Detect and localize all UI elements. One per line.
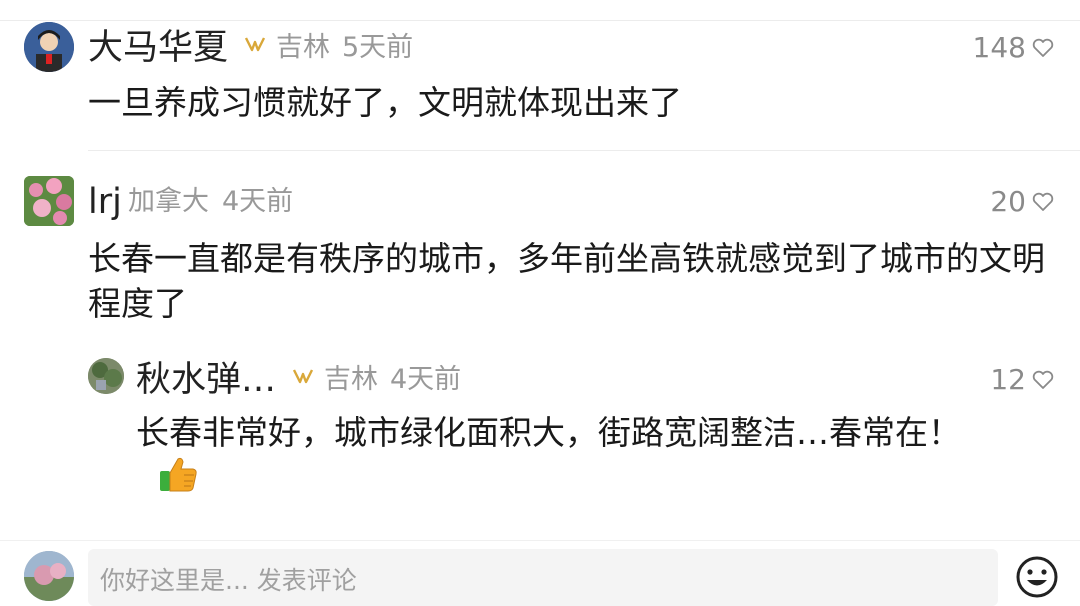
avatar[interactable]: [88, 358, 124, 394]
heart-icon: [1032, 38, 1054, 57]
thumbs-up-icon: [158, 455, 198, 504]
comment-input-bar: 你好这里是... 发表评论: [0, 540, 1080, 606]
like-button[interactable]: 20: [990, 182, 1054, 222]
comment-text: 长春一直都是有秩序的城市，多年前坐高铁就感觉到了城市的文明程度了: [88, 239, 1045, 323]
comment-time: 5天前: [342, 32, 414, 63]
like-count: 20: [990, 185, 1026, 218]
avatar[interactable]: [24, 551, 74, 601]
fan-badge-icon: [244, 28, 266, 68]
comment-time: 4天前: [222, 186, 294, 217]
username[interactable]: 大马华夏: [88, 28, 228, 68]
username[interactable]: lrj: [88, 182, 122, 222]
emoji-icon[interactable]: [1015, 555, 1059, 599]
like-button[interactable]: 148: [973, 28, 1054, 68]
heart-icon: [1032, 370, 1054, 389]
reply-item: 秋水弹… 吉林 4天前 12 长春非常好，城市绿化面积大，街路宽阔整洁…春常在！: [0, 340, 1080, 540]
comment-item: 大马华夏 吉林 5天前 148 一旦养成习惯就好了，文明就体现出来了: [0, 0, 1080, 150]
username[interactable]: 秋水弹…: [136, 360, 276, 400]
avatar[interactable]: [24, 176, 74, 226]
comment-text: 一旦养成习惯就好了，文明就体现出来了: [88, 83, 682, 122]
comment-location: 吉林: [324, 364, 378, 395]
avatar[interactable]: [24, 22, 74, 72]
comment-time: 4天前: [390, 364, 462, 395]
comment-input[interactable]: 你好这里是... 发表评论: [88, 549, 998, 606]
like-count: 148: [972, 31, 1026, 64]
heart-icon: [1032, 192, 1054, 211]
comment-location: 加拿大: [128, 186, 209, 217]
comment-text: 长春非常好，城市绿化面积大，街路宽阔整洁…春常在！: [136, 410, 1026, 504]
comment-item: lrj 加拿大 4天前 20 长春一直都是有秩序的城市，多年前坐高铁就感觉到了城…: [0, 150, 1080, 340]
like-count: 12: [990, 363, 1026, 396]
comment-input-placeholder: 你好这里是... 发表评论: [100, 566, 357, 595]
fan-badge-icon: [292, 360, 314, 400]
comment-location: 吉林: [276, 32, 330, 63]
like-button[interactable]: 12: [990, 360, 1054, 400]
comment-text-content: 长春非常好，城市绿化面积大，街路宽阔整洁…春常在！: [136, 413, 961, 452]
